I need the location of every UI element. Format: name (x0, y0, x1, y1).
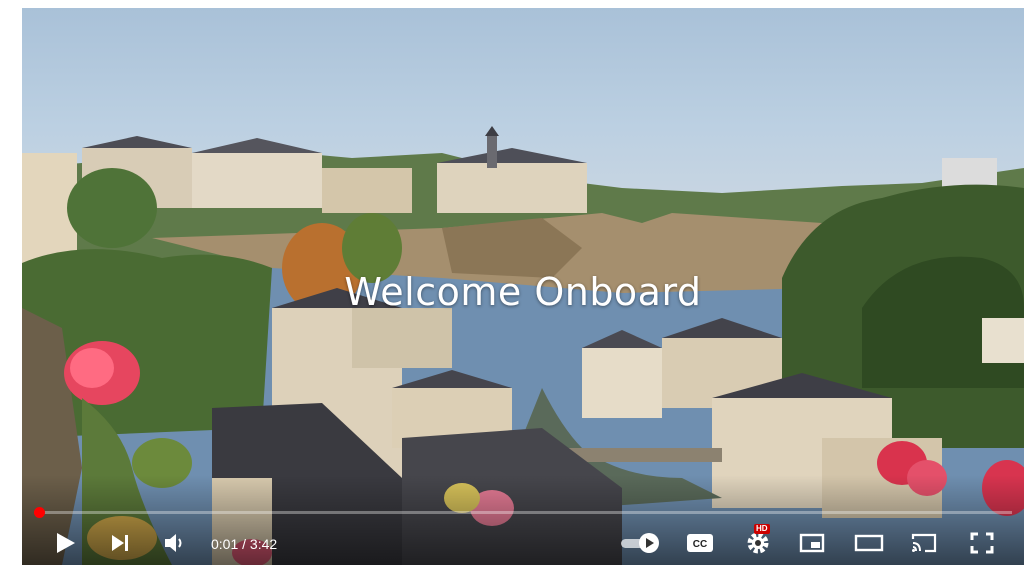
volume-button[interactable] (160, 527, 190, 559)
progress-scrubber[interactable] (33, 507, 45, 518)
cast-button[interactable] (908, 527, 940, 559)
time-total: 3:42 (249, 536, 278, 552)
autoplay-toggle-icon (621, 533, 659, 553)
time-separator: / (238, 536, 250, 552)
miniplayer-button[interactable] (796, 527, 828, 559)
video-title-overlay: Welcome Onboard (344, 270, 702, 314)
control-bar: 0:01 / 3:42 CC HD (22, 523, 1024, 565)
progress-bar[interactable] (33, 507, 1012, 518)
theater-icon (854, 534, 884, 552)
video-player[interactable]: Welcome Onboard 0:01 / 3:42 CC HD (22, 8, 1024, 565)
play-button[interactable] (50, 527, 80, 559)
hd-badge: HD (754, 524, 770, 534)
time-current: 0:01 (211, 536, 239, 552)
captions-button[interactable]: CC (684, 527, 716, 559)
fullscreen-button[interactable] (966, 527, 998, 559)
next-icon (112, 535, 128, 551)
autoplay-toggle[interactable] (618, 527, 662, 559)
cast-icon (911, 533, 937, 553)
play-icon (57, 533, 75, 553)
settings-button[interactable]: HD (742, 524, 774, 559)
theater-mode-button[interactable] (852, 527, 886, 559)
captions-label: CC (693, 539, 707, 550)
next-button[interactable] (106, 527, 134, 559)
volume-icon (165, 534, 182, 552)
fullscreen-icon (970, 532, 994, 554)
captions-icon: CC (687, 534, 713, 552)
miniplayer-icon (799, 533, 825, 553)
time-display: 0:01 / 3:42 (211, 536, 277, 552)
